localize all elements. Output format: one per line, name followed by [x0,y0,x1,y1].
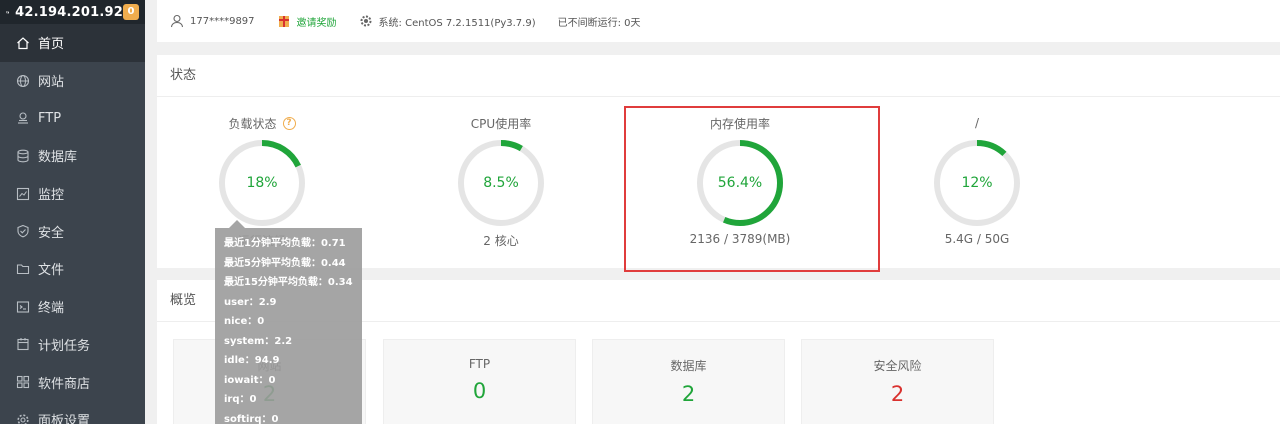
grid-icon [16,375,30,389]
notification-badge[interactable]: 0 [123,4,139,20]
system-label: 系统: CentOS 7.2.1511(Py3.7.9) [378,17,536,29]
gauge-label: 负载状态 [228,116,277,131]
tooltip-line: irq：0 [224,394,257,405]
card-label: FTP [468,357,491,371]
server-ip: 42.194.201.92 [15,4,123,20]
tooltip-line: system：2.2 [224,335,293,347]
sidebar-item-home[interactable]: 首页 [0,24,145,62]
ftp-icon [16,111,30,125]
gear-icon [360,15,372,27]
sidebar-item-label: 终端 [38,301,65,317]
sidebar-item-terminal[interactable]: 终端 [0,288,145,326]
sidebar-item-files[interactable]: 文件 [0,250,145,288]
globe-icon [16,74,30,88]
terminal-icon [16,300,30,314]
gauge-ring: 18% [217,138,307,228]
tooltip-line: 最近5分钟平均负载：0.44 [224,257,346,269]
tooltip-arrow [229,220,245,228]
user-info[interactable]: 177****9897 [170,14,255,28]
sidebar-item-website[interactable]: 网站 [0,62,145,100]
gauge-value: 18% [246,175,278,191]
sidebar-item-label: FTP [38,110,62,126]
overview-card-security-risk[interactable]: 安全风险 2 [801,339,994,424]
sidebar-item-settings[interactable]: 面板设置 [0,401,145,424]
card-label: 数据库 [670,359,707,373]
gauge-ring: 8.5% [456,138,546,228]
sidebar-item-label: 数据库 [38,150,78,166]
invite-reward-label: 邀请奖励 [296,17,337,29]
sidebar-item-label: 安全 [38,225,65,241]
overview-card-ftp[interactable]: FTP 0 [383,339,576,424]
help-icon[interactable]: ? [282,116,296,130]
server-header[interactable]: 42.194.201.92 0 [0,0,145,24]
folder-icon [16,262,30,276]
tooltip-line: 最近1分钟平均负载：0.71 [224,238,346,249]
card-value[interactable]: 2 [593,382,784,406]
user-icon [170,14,184,28]
status-title: 状态 [157,55,1280,97]
tooltip-line: softirq：0 [224,413,279,424]
shield-icon [16,224,30,238]
home-icon [16,36,30,50]
gauge-value: 8.5% [483,175,519,191]
sidebar-item-label: 面板设置 [38,414,91,424]
sidebar-item-security[interactable]: 安全 [0,212,145,250]
gauge-ring: 12% [932,138,1022,228]
sidebar-item-cron[interactable]: 计划任务 [0,326,145,364]
system-info: 系统: CentOS 7.2.1511(Py3.7.9) [359,14,536,29]
gauge-value: 12% [961,175,993,191]
tooltip-line: user：2.9 [224,296,277,308]
memory-highlight-box [624,106,880,272]
overview-card-database[interactable]: 数据库 2 [592,339,785,424]
tooltip-line: iowait：0 [224,374,276,386]
gauge-label: CPU使用率 [470,116,532,131]
sidebar-item-label: 网站 [38,75,65,91]
sidebar-item-label: 监控 [38,188,65,204]
sidebar-item-label: 软件商店 [38,376,91,392]
user-phone: 177****9897 [190,15,255,27]
sidebar-item-database[interactable]: 数据库 [0,137,145,175]
sidebar: 42.194.201.92 0 首页 网站 FTP 数据库 监控 安全 文件 终… [0,0,145,424]
gauge-label: / [974,116,980,130]
gauge-sub: 2 核心 [483,234,519,248]
sidebar-item-label: 首页 [38,37,65,53]
sidebar-item-store[interactable]: 软件商店 [0,363,145,401]
disk-gauge[interactable]: / 12% 5.4G / 50G [872,115,1082,246]
card-value[interactable]: 0 [384,379,575,403]
calendar-icon [16,337,30,351]
sidebar-item-monitor[interactable]: 监控 [0,175,145,213]
database-icon [16,149,30,163]
tooltip-line: nice：0 [224,316,265,327]
sidebar-item-label: 计划任务 [38,338,91,354]
uptime-label: 已不间断运行: 0天 [557,17,641,29]
gauge-sub: 5.4G / 50G [944,232,1010,246]
monitor-icon [6,10,9,14]
card-value[interactable]: 2 [802,382,993,406]
card-label: 安全风险 [873,359,922,373]
load-tooltip: 最近1分钟平均负载：0.71 最近5分钟平均负载：0.44 最近15分钟平均负载… [215,220,362,424]
sidebar-item-ftp[interactable]: FTP [0,99,145,137]
cpu-gauge[interactable]: CPU使用率 8.5% 2 核心 [396,115,606,249]
tooltip-line: 最近15分钟平均负载：0.34 [224,277,353,288]
monitor-chart-icon [16,187,30,201]
sidebar-item-label: 文件 [38,263,65,279]
uptime-info: 已不间断运行: 0天 [558,14,641,29]
gear-icon [16,413,30,424]
invite-reward-link[interactable]: 邀请奖励 [277,14,337,29]
gift-icon [278,16,289,27]
top-info-bar: 177****9897 邀请奖励 系统: CentOS 7.2.1511(Py3… [157,0,1280,42]
tooltip-line: idle：94.9 [224,355,280,366]
